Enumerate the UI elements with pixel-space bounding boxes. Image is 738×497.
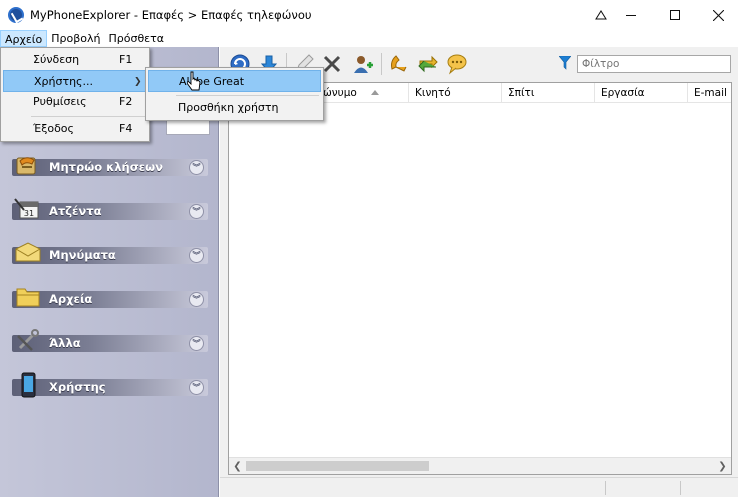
sidebar-item-label: Μητρώο κλήσεων [49,160,163,174]
title-bar: MyPhoneExplorer - Επαφές > Επαφές τηλεφώ… [0,0,738,30]
close-icon [712,9,724,21]
column-header-home[interactable]: Σπίτι [502,83,595,103]
column-header-work[interactable]: Εργασία [595,83,688,103]
file-menu-dropdown: Σύνδεση F1 Χρήστης... ❯ Ρυθμίσεις F2 Έξο… [0,47,150,142]
menu-bar: Αρχείο Προβολή Πρόσθετα [0,30,738,47]
menu-item-user[interactable]: Χρήστης... ❯ [3,70,147,92]
sidebar-item-files[interactable]: Αρχεία ︾ [12,288,208,310]
user-submenu: All be Great Προσθήκη χρήστη [145,67,324,121]
sidebar-item-label: Άλλα [49,336,81,350]
menu-view[interactable]: Προβολή [47,30,104,47]
chevron-down-icon[interactable]: ︾ [189,248,204,263]
svg-text:31: 31 [24,209,34,218]
sidebar-item-label: Ατζέντα [49,204,102,218]
call-icon[interactable] [388,53,410,75]
sidebar-item-messages[interactable]: Μηνύματα ︾ [12,242,208,266]
menu-item-exit[interactable]: Έξοδος F4 [3,118,147,140]
maximize-icon [670,10,680,20]
close-button[interactable] [697,0,738,30]
phone-log-icon [16,157,36,175]
app-logo-icon [8,7,24,23]
menu-separator [31,116,145,117]
menu-item-add-user[interactable]: Προσθήκη χρήστη [148,97,321,119]
minimize-icon [626,14,636,16]
menu-item-user-profile[interactable]: All be Great [148,70,321,92]
scroll-thumb[interactable] [246,461,429,471]
filter-icon [559,56,571,70]
minimize-button[interactable] [610,0,652,30]
menu-item-connect[interactable]: Σύνδεση F1 [3,49,147,71]
sidebar-item-label: Αρχεία [49,292,93,306]
tools-icon [17,329,39,351]
menu-separator [176,95,319,96]
phone-icon [21,372,36,398]
column-header-mobile[interactable]: Κινητό [409,83,502,103]
sidebar-item-other[interactable]: Άλλα ︾ [12,329,208,354]
chevron-right-icon: ❯ [134,77,142,87]
filter-input[interactable] [577,55,731,73]
chevron-down-icon[interactable]: ︾ [189,204,204,219]
status-bar [220,477,738,497]
sidebar-item-label: Μηνύματα [49,248,116,262]
chevron-down-icon[interactable]: ︾ [189,292,204,307]
chevron-down-icon[interactable]: ︾ [189,380,204,395]
contacts-table: ώνυμο Κινητό Σπίτι Εργασία E-mail ❮ ❯ [228,82,732,475]
chevron-down-icon[interactable]: ︾ [189,336,204,351]
sort-asc-icon [371,90,379,95]
horizontal-scrollbar[interactable]: ❮ ❯ [229,457,731,474]
add-contact-icon[interactable] [352,53,374,75]
maximize-button[interactable] [654,0,696,30]
menu-file[interactable]: Αρχείο [0,30,48,47]
menu-item-settings[interactable]: Ρυθμίσεις F2 [3,91,147,113]
window-title: MyPhoneExplorer - Επαφές > Επαφές τηλεφώ… [30,8,312,22]
calendar-icon: 31 [14,198,39,219]
sidebar-item-agenda[interactable]: 31 Ατζέντα ︾ [12,198,208,222]
column-header-email[interactable]: E-mail [688,83,731,103]
folder-icon [16,288,40,307]
sidebar-item-label: Χρήστης [49,380,106,394]
sms-icon[interactable] [446,53,468,75]
menu-extras[interactable]: Πρόσθετα [104,30,168,47]
chevron-down-icon[interactable]: ︾ [189,160,204,175]
sidebar-item-call-log[interactable]: Μητρώο κλήσεων ︾ [12,156,208,178]
envelope-icon [15,242,41,262]
scroll-right-icon[interactable]: ❯ [714,458,731,475]
scroll-left-icon[interactable]: ❮ [229,458,246,475]
delete-icon[interactable] [321,53,343,75]
sidebar-item-user[interactable]: Χρήστης ︾ [12,372,208,398]
mouse-cursor-icon [187,71,201,91]
sync-icon[interactable] [417,53,439,75]
